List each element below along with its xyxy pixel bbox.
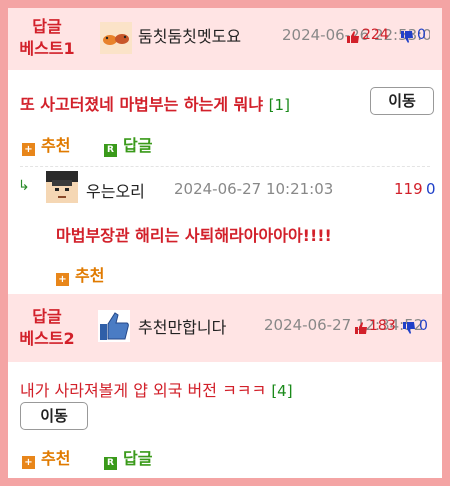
reply-icon: R xyxy=(104,144,117,157)
avatar-pixel-face-icon[interactable] xyxy=(46,171,78,203)
reply-arrow-icon: ↳ xyxy=(18,178,30,194)
avatar-bird-icon[interactable] xyxy=(100,22,132,54)
recommend-button[interactable]: + 추천 xyxy=(22,132,70,156)
nickname[interactable]: 우는오리 xyxy=(86,178,145,202)
thumbs-down-icon xyxy=(403,322,415,334)
nickname[interactable]: 둠칫둠칫멧도요 xyxy=(138,23,241,47)
best-label-line1: 답글 xyxy=(32,17,62,36)
upvote-count: 119 xyxy=(394,180,423,198)
downvote-count: 0 xyxy=(426,180,436,198)
best-label-line2: 베스트2 xyxy=(19,329,75,348)
plus-icon: + xyxy=(22,456,35,469)
best-label-1: 답글 베스트1 xyxy=(16,16,78,60)
divider xyxy=(20,166,430,167)
post-title[interactable]: 내가 사라져볼게 얍 외국 버전 ㅋㅋㅋ [4] xyxy=(20,377,293,401)
comment-date: 2024-06-27 10:21:03 xyxy=(174,180,334,198)
nickname[interactable]: 추천만합니다 xyxy=(138,314,226,338)
downvote-count: 0 xyxy=(417,27,426,43)
recommend-button[interactable]: + 추천 xyxy=(56,262,104,286)
best-label-line1: 답글 xyxy=(32,307,62,326)
reply-icon: R xyxy=(104,457,117,470)
comment-text: 마법부장관 해리는 사퇴해라아아아아!!!! xyxy=(56,226,332,245)
best-replies-panel: 답글 베스트1 둠칫둠칫멧도요 2024-06-26 22:53:03 224 … xyxy=(8,8,442,478)
reply-count: [4] xyxy=(271,382,293,400)
avatar-thumbs-up-icon[interactable] xyxy=(98,310,130,342)
recommend-label: 추천 xyxy=(75,266,105,285)
best-reply-header-1: 답글 베스트1 둠칫둠칫멧도요 2024-06-26 22:53:03 224 … xyxy=(8,8,442,70)
post-title-text[interactable]: 내가 사라져볼게 얍 외국 버전 ㅋㅋㅋ xyxy=(20,381,266,400)
recommend-label: 추천 xyxy=(41,136,71,155)
best-label-line2: 베스트1 xyxy=(19,39,75,58)
move-button[interactable]: 이동 xyxy=(370,87,434,115)
post-title[interactable]: 또 사고터졌네 마법부는 하는게 뭐냐 [1] xyxy=(20,91,290,115)
reply-count: [1] xyxy=(268,96,290,114)
reply-label: 답글 xyxy=(123,136,153,155)
best-reply-header-2: 답글 베스트2 추천만합니다 2024-06-27 12:34:52 183 0 xyxy=(8,294,442,362)
reply-label: 답글 xyxy=(123,449,153,468)
thumbs-up-icon xyxy=(355,322,367,334)
move-button[interactable]: 이동 xyxy=(20,402,88,430)
best-label-2: 답글 베스트2 xyxy=(16,306,78,350)
recommend-button[interactable]: + 추천 xyxy=(22,445,70,469)
recommend-label: 추천 xyxy=(41,449,71,468)
downvote-count: 0 xyxy=(419,318,428,334)
upvote-count: 183 xyxy=(369,318,396,334)
plus-icon: + xyxy=(22,143,35,156)
thumbs-down-icon xyxy=(401,31,413,43)
upvote-count: 224 xyxy=(362,27,389,43)
reply-button[interactable]: R 답글 xyxy=(104,132,152,157)
thumbs-up-icon xyxy=(347,31,359,43)
plus-icon: + xyxy=(56,273,69,286)
post-title-text[interactable]: 또 사고터졌네 마법부는 하는게 뭐냐 xyxy=(20,95,263,114)
reply-button[interactable]: R 답글 xyxy=(104,445,152,470)
